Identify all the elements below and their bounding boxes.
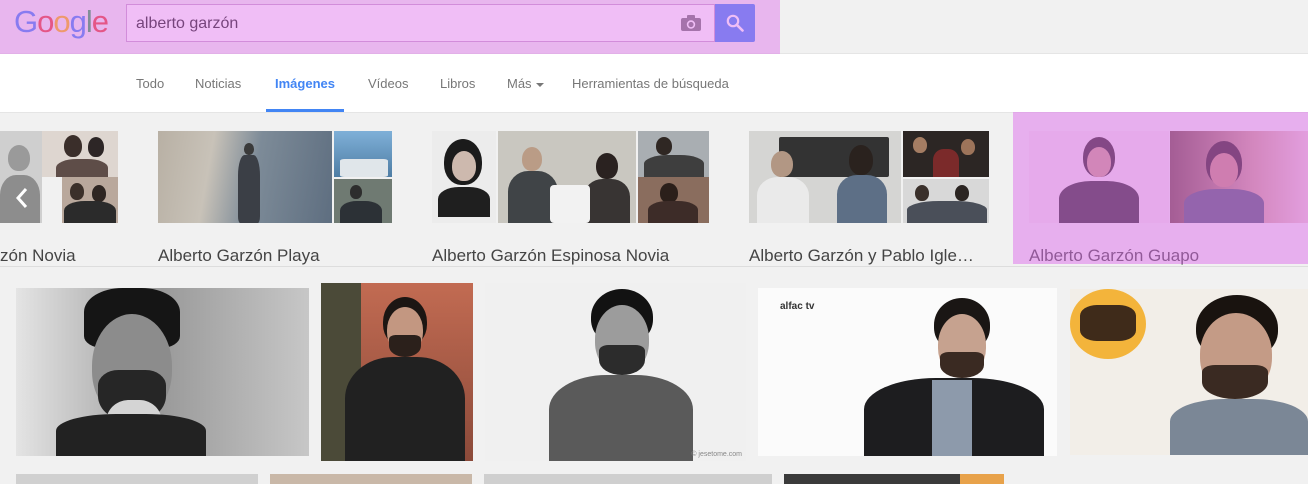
search-box [126, 4, 715, 42]
related-label: Alberto Garzón Espinosa Novia [432, 246, 670, 265]
logo-letter: o [53, 4, 70, 39]
image-result[interactable]: alfac tv [758, 288, 1057, 456]
related-label: Alberto Garzón Playa [158, 246, 320, 265]
thumbnail-image [903, 179, 989, 223]
thumbnail-image [498, 131, 636, 223]
related-item[interactable]: Alberto Garzón Espinosa Novia [432, 131, 709, 265]
tab-todo[interactable]: Todo [136, 76, 164, 91]
channel-logo: alfac tv [780, 301, 815, 312]
thumbnail-image [638, 177, 709, 223]
active-tab-indicator [266, 109, 344, 112]
thumbnail-image [334, 179, 392, 223]
image-result[interactable] [16, 288, 309, 456]
result-photo [56, 288, 206, 456]
thumbnail-image [903, 131, 989, 177]
caret-down-icon [535, 82, 544, 87]
image-result[interactable] [484, 474, 772, 484]
tab-noticias[interactable]: Noticias [195, 76, 241, 91]
result-photo [1070, 289, 1150, 379]
thumbnail-image [334, 131, 392, 177]
related-label: Alberto Garzón y Pablo Igle… [749, 246, 974, 265]
related-label: Alberto Garzón Guapo [1029, 246, 1200, 265]
image-results: © jesetome.com alfac tv [0, 268, 1308, 484]
thumbnail-image [62, 177, 118, 223]
logo-letter: o [37, 4, 54, 39]
thumbnail-image [1029, 131, 1169, 223]
logo-letter: G [14, 4, 38, 39]
related-item[interactable]: Alberto Garzón Guapo [1029, 131, 1308, 265]
image-result[interactable]: © jesetome.com [485, 283, 746, 461]
tab-videos[interactable]: Vídeos [368, 76, 408, 91]
result-photo [545, 283, 695, 461]
image-result[interactable] [1070, 289, 1308, 455]
result-photo [858, 288, 1048, 456]
result-photo [1170, 289, 1308, 455]
watermark-text: © jesetome.com [691, 451, 742, 458]
image-result[interactable] [784, 474, 1004, 484]
tab-libros[interactable]: Libros [440, 76, 475, 91]
tab-imagenes[interactable]: Imágenes [275, 76, 335, 91]
thumbnail-image [1170, 131, 1308, 223]
image-result[interactable] [321, 283, 473, 461]
thumbnail-image [42, 131, 118, 177]
chevron-left-icon[interactable] [14, 186, 30, 210]
search-input[interactable] [136, 13, 656, 35]
image-result[interactable] [270, 474, 472, 484]
google-logo[interactable]: Google [14, 4, 109, 40]
thumbnail-image [749, 131, 901, 223]
header: Google [0, 0, 1308, 54]
search-icon [726, 14, 744, 32]
logo-letter: g [69, 4, 87, 39]
nav-tabs: Todo Noticias Imágenes Vídeos Libros Más… [0, 54, 1308, 113]
related-item[interactable]: Alberto Garzón y Pablo Igle… [749, 131, 989, 265]
image-result[interactable] [16, 474, 258, 484]
thumbnail-image [638, 131, 709, 177]
thumbnail-image [432, 131, 496, 223]
related-searches: zón Novia Alberto Garzón Playa Alberto G… [0, 113, 1308, 267]
tab-mas[interactable]: Más [507, 76, 544, 91]
tab-mas-label: Más [507, 76, 532, 91]
related-item[interactable]: Alberto Garzón Playa [158, 131, 392, 265]
related-item[interactable]: zón Novia [0, 131, 118, 265]
logo-letter: e [91, 4, 109, 39]
thumbnail-image [158, 131, 332, 223]
result-photo [321, 283, 473, 461]
tab-search-tools[interactable]: Herramientas de búsqueda [572, 76, 729, 91]
search-button[interactable] [715, 4, 755, 42]
camera-icon[interactable] [680, 14, 702, 32]
related-label: zón Novia [0, 246, 76, 265]
